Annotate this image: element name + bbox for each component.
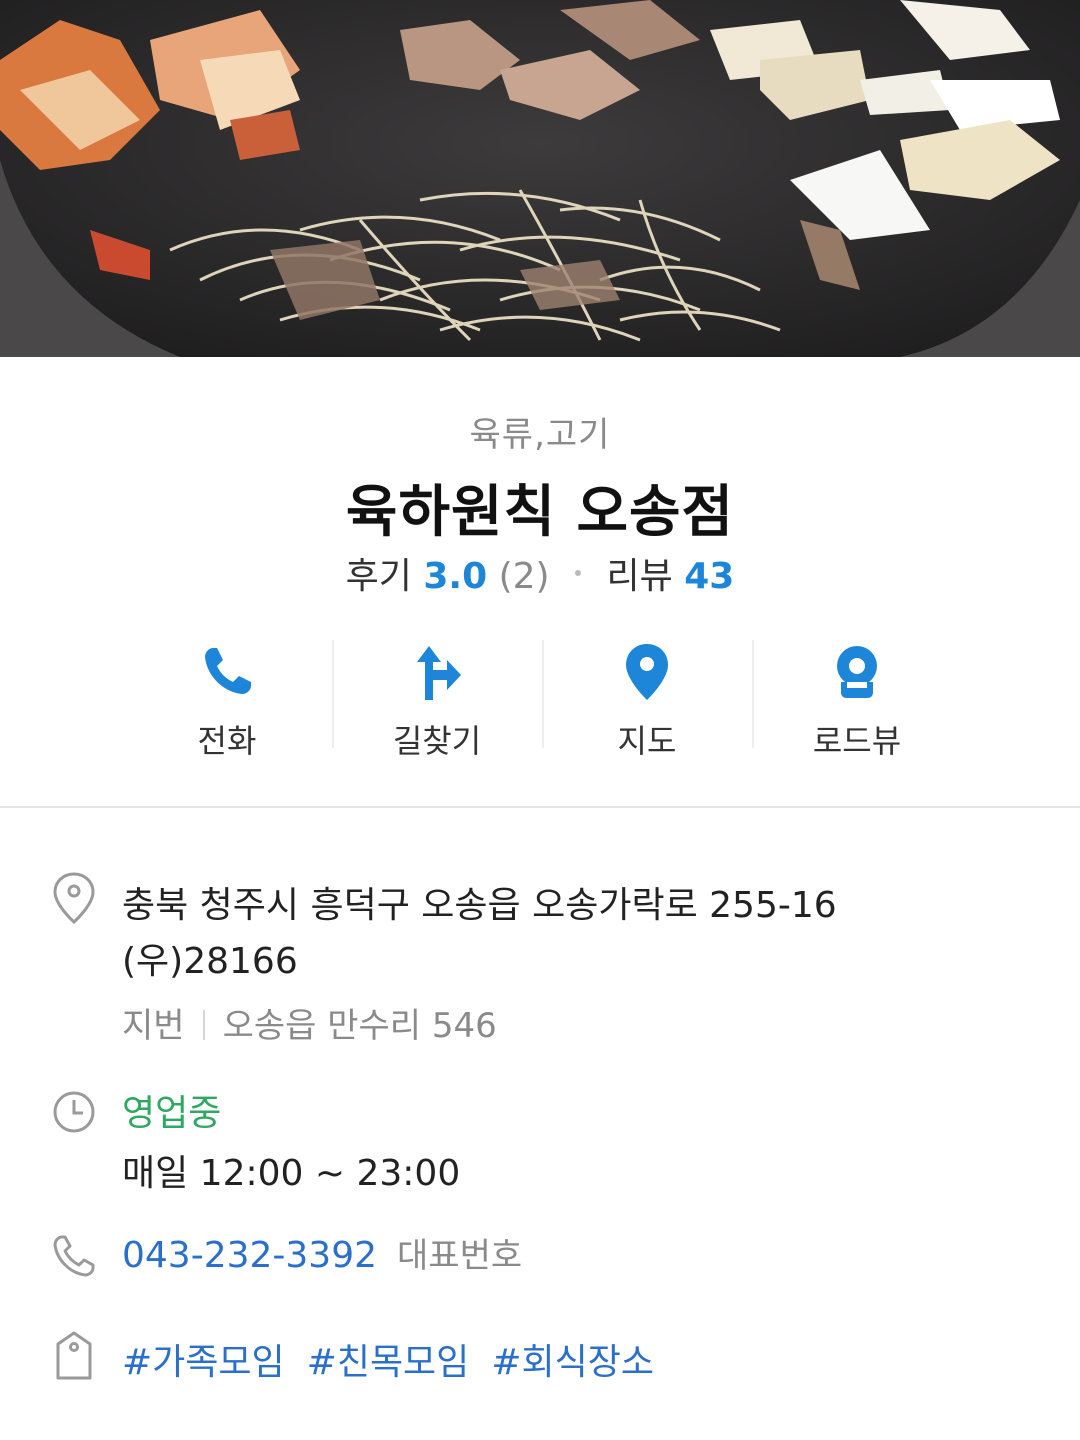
roadview-icon xyxy=(837,646,877,698)
blog-review-count[interactable]: 43 xyxy=(684,556,734,597)
business-hours[interactable]: 매일 12:00 ~ 23:00 xyxy=(122,1144,460,1196)
tag-list: #가족모임 #친목모임 #회식장소 xyxy=(122,1333,676,1385)
jibun-separator xyxy=(202,1009,205,1040)
location-icon xyxy=(53,872,95,924)
tag-company-dinner[interactable]: #회식장소 xyxy=(491,1342,654,1383)
category-label: 육류,고기 xyxy=(469,415,611,455)
separator-dot xyxy=(575,570,582,576)
call-button-label: 전화 xyxy=(197,722,257,760)
map-button[interactable]: 지도 xyxy=(542,640,752,760)
address-line[interactable]: 충북 청주시 흥덕구 오송읍 오송가락로 255-16 xyxy=(122,876,837,928)
directions-button-label: 길찾기 xyxy=(392,722,482,760)
tag-icon xyxy=(56,1331,92,1380)
tag-friendly-gathering[interactable]: #친목모임 xyxy=(307,1342,470,1383)
phone-outline-icon xyxy=(53,1235,95,1277)
directions-icon xyxy=(417,646,461,700)
phone-note: 대표번호 xyxy=(397,1236,523,1276)
map-pin-icon xyxy=(626,644,668,700)
jibun-value: 오송읍 만수리 546 xyxy=(222,1006,497,1046)
review-count[interactable]: (2) xyxy=(499,556,550,597)
open-status: 영업중 xyxy=(122,1093,222,1134)
review-score[interactable]: 3.0 xyxy=(423,556,487,597)
food-photo-image xyxy=(0,0,1080,357)
roadview-button[interactable]: 로드뷰 xyxy=(752,640,962,760)
phone-icon xyxy=(205,648,251,694)
tag-family-gathering[interactable]: #가족모임 xyxy=(122,1342,285,1383)
phone-number[interactable]: 043-232-3392 xyxy=(122,1235,377,1276)
rating-summary: 후기 3.0 (2) 리뷰 43 xyxy=(0,547,1080,599)
action-bar: 전화 길찾기 지도 로드뷰 xyxy=(122,640,962,760)
review-label: 후기 xyxy=(345,556,412,597)
postal-code: (우)28166 xyxy=(122,941,298,982)
hero-photo[interactable] xyxy=(0,0,1080,357)
jibun-address: 지번 오송읍 만수리 546 xyxy=(122,998,497,1047)
phone-row: 043-232-3392 대표번호 xyxy=(122,1228,522,1277)
call-button[interactable]: 전화 xyxy=(122,640,332,760)
place-title: 육하원칙 오송점 xyxy=(345,480,735,545)
jibun-label: 지번 xyxy=(122,1006,185,1046)
blog-review-label: 리뷰 xyxy=(606,556,673,597)
section-divider xyxy=(0,806,1080,808)
map-button-label: 지도 xyxy=(617,722,677,760)
directions-button[interactable]: 길찾기 xyxy=(332,640,542,760)
clock-icon xyxy=(53,1091,95,1133)
roadview-button-label: 로드뷰 xyxy=(812,722,902,760)
